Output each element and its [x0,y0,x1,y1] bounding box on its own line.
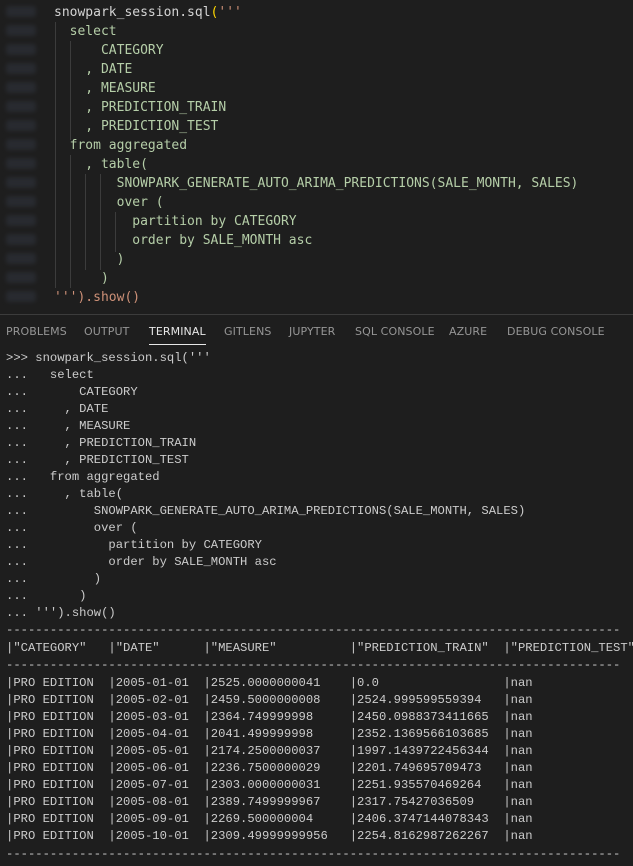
line-number [6,25,36,36]
terminal-line: ... , PREDICTION_TEST [6,453,189,467]
code-line-text: order by SALE_MONTH asc [54,233,313,248]
code-line[interactable]: SNOWPARK_GENERATE_AUTO_ARIMA_PREDICTIONS… [54,174,579,193]
code-line-text: ''').show() [54,290,141,305]
table-row: |PRO EDITION |2005-06-01 |2236.750000002… [6,761,633,775]
code-line-text: partition by CATEGORY [54,214,297,229]
terminal-line: ... order by SALE_MONTH asc [6,555,277,569]
table-row: |PRO EDITION |2005-10-01 |2309.499999999… [6,829,633,843]
tab-output[interactable]: OUTPUT [84,325,129,338]
table-border: ----------------------------------------… [6,623,621,637]
line-number [6,272,36,283]
code-line-text: , DATE [54,62,133,77]
line-number [6,215,36,226]
code-line-text: , PREDICTION_TEST [54,119,219,134]
table-border: ----------------------------------------… [6,658,621,672]
tab-problems[interactable]: PROBLEMS [6,325,67,338]
table-row: |PRO EDITION |2005-07-01 |2303.000000003… [6,778,633,792]
code-line[interactable]: , DATE [54,60,132,79]
line-number [6,101,36,112]
code-line-text: ) [54,271,109,286]
table-header-row: |"CATEGORY" |"DATE" |"MEASURE" |"PREDICT… [6,641,633,655]
tab-debug-console[interactable]: DEBUG CONSOLE [507,325,605,338]
terminal-line: ... over ( [6,521,138,535]
line-number [6,44,36,55]
code-line-text: from aggregated [54,138,188,153]
tab-terminal[interactable]: TERMINAL [149,325,206,345]
table-row: |PRO EDITION |2005-05-01 |2174.250000003… [6,744,633,758]
terminal-line: ... ) [6,572,102,586]
line-number [6,139,36,150]
line-number [6,177,36,188]
terminal-line: ... , PREDICTION_TRAIN [6,436,197,450]
code-line-text: over ( [54,195,164,210]
terminal-line: ... partition by CATEGORY [6,538,262,552]
line-number [6,82,36,93]
table-row: |PRO EDITION |2005-09-01 |2269.500000004… [6,812,633,826]
code-line-text: CATEGORY [54,43,164,58]
tab-gitlens[interactable]: GITLENS [224,325,271,338]
code-line[interactable]: , PREDICTION_TEST [54,117,218,136]
terminal-line: ... from aggregated [6,470,160,484]
terminal-line: ... ) [6,589,87,603]
line-number [6,6,36,17]
code-line[interactable]: ) [54,250,125,269]
line-number [6,253,36,264]
table-row: |PRO EDITION |2005-02-01 |2459.500000000… [6,693,633,707]
line-number [6,63,36,74]
tab-jupyter[interactable]: JUPYTER [289,325,335,338]
line-number [6,291,36,302]
line-number-gutter [0,0,44,314]
table-row: |PRO EDITION |2005-01-01 |2525.000000004… [6,676,633,690]
code-line[interactable]: partition by CATEGORY [54,212,297,231]
terminal-line: ... SNOWPARK_GENERATE_AUTO_ARIMA_PREDICT… [6,504,526,518]
table-border: ----------------------------------------… [6,847,621,861]
code-line-text: , table( [54,157,148,172]
table-row: |PRO EDITION |2005-03-01 |2364.749999998… [6,710,633,724]
code-line-text: SNOWPARK_GENERATE_AUTO_ARIMA_PREDICTIONS… [54,176,579,191]
code-line[interactable]: over ( [54,193,164,212]
code-line-text: ) [54,252,125,267]
code-line[interactable]: , PREDICTION_TRAIN [54,98,226,117]
code-editor[interactable]: snowpark_session.sql(''' select CATEGORY… [0,0,633,314]
code-line[interactable]: select [54,22,117,41]
code-line-text: , MEASURE [54,81,156,96]
terminal-line: ... , MEASURE [6,419,131,433]
code-line-text: , PREDICTION_TRAIN [54,100,227,115]
code-line[interactable]: order by SALE_MONTH asc [54,231,312,250]
terminal-line: ... ''').show() [6,606,116,620]
line-number [6,234,36,245]
terminal-line: ... , DATE [6,402,109,416]
code-line-text: select [54,24,117,39]
code-line[interactable]: ) [54,269,109,288]
code-line[interactable]: ''').show() [54,288,140,307]
panel-tab-bar: PROBLEMS OUTPUT TERMINAL GITLENS JUPYTER… [0,315,633,349]
terminal-line: ... select [6,368,94,382]
tab-sql-console[interactable]: SQL CONSOLE [355,325,435,338]
code-line[interactable]: snowpark_session.sql(''' [54,3,242,22]
terminal-line: >>> snowpark_session.sql(''' [6,351,211,365]
terminal-line: ... , table( [6,487,124,501]
terminal-line: ... CATEGORY [6,385,138,399]
line-number [6,196,36,207]
table-row: |PRO EDITION |2005-04-01 |2041.499999998… [6,727,633,741]
table-row: |PRO EDITION |2005-08-01 |2389.749999996… [6,795,633,809]
code-line[interactable]: , table( [54,155,148,174]
line-number [6,120,36,131]
code-line[interactable]: from aggregated [54,136,187,155]
code-line-text: snowpark_session.sql(''' [54,5,242,20]
code-line[interactable]: , MEASURE [54,79,156,98]
line-number [6,158,36,169]
terminal-output[interactable]: >>> snowpark_session.sql(''' ... select … [0,349,633,866]
code-line[interactable]: CATEGORY [54,41,164,60]
tab-azure[interactable]: AZURE [449,325,487,338]
